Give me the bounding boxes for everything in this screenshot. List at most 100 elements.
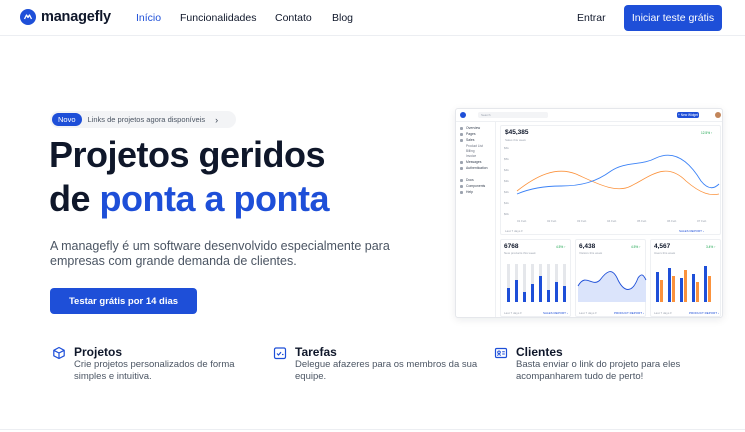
dashboard-sidebar-item: Overview bbox=[460, 126, 480, 130]
card-value: 6,438 bbox=[579, 243, 596, 250]
bar-orange bbox=[708, 276, 711, 302]
y-tick: $2k bbox=[504, 190, 509, 194]
card-subtitle: Visitors this week bbox=[579, 251, 603, 255]
dashboard-sidebar-subitem: Billing bbox=[466, 149, 475, 153]
free-trial-button[interactable]: Testar grátis por 14 dias bbox=[50, 288, 197, 314]
card-subtitle: New products this week bbox=[504, 251, 536, 255]
card-value: 6768 bbox=[504, 243, 519, 250]
bar-blue bbox=[692, 274, 695, 302]
hero-lead: A managefly é um software desenvolvido e… bbox=[50, 239, 390, 268]
bar-orange bbox=[660, 280, 663, 302]
dashboard-sidebar-item: Messages bbox=[460, 160, 481, 164]
x-tick: 05 Feb bbox=[637, 219, 647, 223]
area-fill bbox=[578, 271, 646, 302]
card-change: 4.5% ↑ bbox=[631, 245, 641, 249]
visitors-area-chart bbox=[577, 271, 647, 302]
avatar bbox=[715, 112, 721, 118]
bar bbox=[531, 284, 534, 302]
x-tick: 02 Feb bbox=[547, 219, 557, 223]
dashboard-sales-card: $45,385 Sales this week 12.5% ↑ $6k $5k … bbox=[500, 125, 721, 235]
checklist-icon bbox=[273, 346, 287, 360]
feature-title: Projetos bbox=[74, 345, 123, 359]
badge-text: Links de projetos agora disponíveis bbox=[87, 115, 206, 124]
nav-link-blog[interactable]: Blog bbox=[332, 12, 353, 24]
dashboard-sidebar-item: Docs bbox=[460, 178, 474, 182]
dashboard-sales-chart: $6k $5k $4k $3k $2k $1k $0k 01 Feb 02 Fe… bbox=[504, 146, 720, 223]
chevron-right-icon: › bbox=[215, 114, 219, 125]
feature-title: Tarefas bbox=[295, 345, 337, 359]
bar-group bbox=[507, 264, 566, 302]
y-tick: $5k bbox=[504, 157, 509, 161]
feature-desc: Crie projetos personalizados de forma si… bbox=[74, 359, 235, 382]
bar bbox=[523, 292, 526, 302]
bar bbox=[547, 290, 550, 302]
hero-title-line1: Projetos geridos bbox=[49, 134, 326, 175]
dashboard-sidebar: Overview Pages Sales Product List Billin… bbox=[456, 122, 496, 317]
y-tick: $3k bbox=[504, 179, 509, 183]
nav-link-inicio[interactable]: Início bbox=[136, 12, 161, 24]
feature-desc: Delegue afazeres para os membros da sua … bbox=[295, 359, 478, 382]
series-line-orange bbox=[516, 170, 720, 196]
y-tick: $0k bbox=[504, 212, 509, 216]
x-tick: 04 Feb bbox=[607, 219, 617, 223]
dashboard-search: Search bbox=[478, 112, 548, 118]
y-tick: $6k bbox=[504, 146, 509, 150]
card-range-select: Last 7 days ▾ bbox=[579, 311, 597, 315]
contact-card-icon bbox=[494, 346, 508, 360]
bar bbox=[563, 286, 566, 302]
top-nav-bar: managefly Início Funcionalidades Contato… bbox=[0, 0, 745, 36]
card-change: 4.5% ↑ bbox=[556, 245, 566, 249]
y-tick: $1k bbox=[504, 201, 509, 205]
bar bbox=[539, 276, 542, 302]
bar bbox=[507, 288, 510, 302]
login-link[interactable]: Entrar bbox=[577, 12, 606, 24]
card-report-link: PRODUCT REPORT › bbox=[689, 311, 719, 315]
card-report-link: PRODUCT REPORT › bbox=[614, 311, 644, 315]
x-tick: 01 Feb bbox=[517, 219, 527, 223]
logo[interactable]: managefly bbox=[20, 9, 111, 25]
bar-blue bbox=[668, 268, 671, 302]
hero-title-prefix: de bbox=[49, 178, 100, 219]
cube-icon bbox=[52, 346, 66, 360]
bar bbox=[555, 282, 558, 302]
dashboard-range-select: Last 7 days ▾ bbox=[505, 229, 523, 233]
logo-mark-icon bbox=[20, 9, 36, 25]
card-range-select: Last 7 days ▾ bbox=[654, 311, 672, 315]
nav-link-funcionalidades[interactable]: Funcionalidades bbox=[180, 12, 256, 24]
dashboard-sidebar-item: Components bbox=[460, 184, 485, 188]
x-tick: 03 Feb bbox=[577, 219, 587, 223]
dashboard-preview: Search + New Widget Overview Pages Sales… bbox=[455, 108, 723, 318]
hero-title: Projetos geridos de ponta a ponta bbox=[49, 133, 330, 221]
bar-orange bbox=[672, 276, 675, 302]
dashboard-sidebar-item: Sales bbox=[460, 138, 474, 142]
y-tick: $4k bbox=[504, 168, 509, 172]
x-tick: 07 Feb bbox=[697, 219, 707, 223]
dashboard-x-axis: 01 Feb 02 Feb 03 Feb 04 Feb 05 Feb 06 Fe… bbox=[517, 219, 707, 223]
dashboard-y-axis: $6k $5k $4k $3k $2k $1k $0k bbox=[504, 146, 509, 216]
dashboard-report-link: SALES REPORT › bbox=[679, 229, 704, 233]
bar-blue bbox=[680, 278, 683, 302]
bar-orange bbox=[684, 270, 687, 302]
new-pill: Novo bbox=[52, 113, 82, 126]
bar-blue bbox=[656, 272, 659, 302]
nav-link-contato[interactable]: Contato bbox=[275, 12, 312, 24]
dashboard-card-users: 4,567 Users this week 3.4% ↑ Last 7 days… bbox=[650, 239, 721, 317]
dashboard-topbar: Search + New Widget bbox=[456, 109, 722, 122]
card-value: 4,567 bbox=[654, 243, 671, 250]
logo-text: managefly bbox=[41, 9, 111, 25]
bar-orange bbox=[696, 282, 699, 302]
feature-title: Clientes bbox=[516, 345, 563, 359]
feature-desc: Basta enviar o link do projeto para eles… bbox=[516, 359, 681, 382]
card-change: 3.4% ↑ bbox=[706, 245, 716, 249]
dashboard-card-visitors: 6,438 Visitors this week 4.5% ↑ Last 7 d… bbox=[575, 239, 647, 317]
start-trial-button[interactable]: Iniciar teste grátis bbox=[624, 5, 722, 31]
card-subtitle: Users this week bbox=[654, 251, 676, 255]
x-tick: 06 Feb bbox=[667, 219, 677, 223]
bar-blue bbox=[704, 266, 707, 302]
users-bar-chart bbox=[656, 266, 711, 302]
announcement-badge[interactable]: Novo Links de projetos agora disponíveis… bbox=[50, 111, 236, 128]
dashboard-sales-change: 12.5% ↑ bbox=[701, 131, 713, 135]
dashboard-sidebar-item: Help bbox=[460, 190, 473, 194]
section-divider bbox=[0, 429, 745, 430]
hero-title-accent: ponta a ponta bbox=[99, 178, 330, 219]
